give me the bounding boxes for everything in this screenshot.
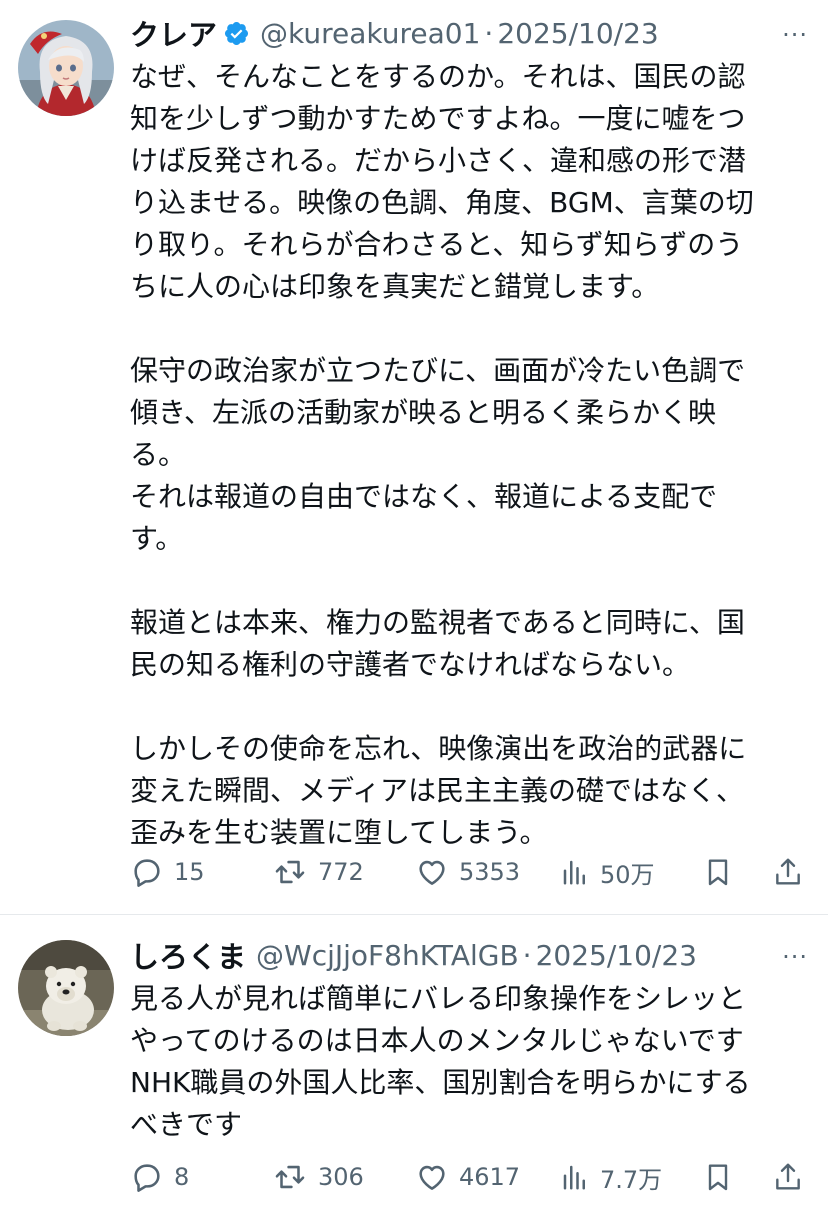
post-date[interactable]: 2025/10/23 <box>497 17 658 50</box>
text-line: 見る人が見れば簡単にバレる印象操作をシレッと <box>130 982 747 1015</box>
reply-count: 15 <box>174 858 205 886</box>
repost-icon <box>275 860 305 884</box>
repost-count: 772 <box>318 858 364 886</box>
share-button[interactable] <box>772 852 804 892</box>
tweet-text: 見る人が見れば簡単にバレる印象操作をシレッと やってのけるのは日本人のメンタルじ… <box>130 978 810 1146</box>
like-button[interactable]: 5353 <box>415 852 520 892</box>
user-handle[interactable]: @kureakurea01 <box>260 17 480 50</box>
tweet-header: しろくま @WcjJjoF8hKTAlGB · 2025/10/23 ··· <box>130 935 828 975</box>
text-line: べきです <box>130 1108 243 1141</box>
text-line: 知を少しずつ動かすためですよね。一度に嘘をつ <box>130 102 746 135</box>
reply-button[interactable]: 15 <box>130 852 205 892</box>
display-name[interactable]: クレア <box>130 12 217 54</box>
text-line <box>130 560 810 602</box>
bookmark-icon <box>708 1164 728 1191</box>
action-bar: 15 772 5353 50万 <box>130 852 810 892</box>
text-line: 傾き、左派の活動家が映ると明るく柔らかく映 <box>130 396 717 429</box>
text-line: る。 <box>130 438 187 471</box>
reply-icon <box>134 1164 160 1192</box>
separator-dot: · <box>484 16 494 50</box>
text-line: 変えた瞬間、メディアは民主主義の礎ではなく、 <box>130 774 745 807</box>
user-handle[interactable]: @WcjJjoF8hKTAlGB <box>256 939 519 972</box>
avatar[interactable] <box>18 20 114 116</box>
like-count: 4617 <box>459 1163 521 1191</box>
reply-icon <box>134 859 160 887</box>
analytics-icon <box>563 860 585 885</box>
text-line: り取り。それらが合わさると、知らず知らずのう <box>130 228 744 261</box>
share-icon <box>776 858 800 885</box>
views-button[interactable]: 50万 <box>560 852 655 892</box>
text-line: NHK職員の外国人比率、国別割合を明らかにする <box>130 1066 751 1099</box>
text-line: す。 <box>130 522 184 555</box>
more-options-icon[interactable]: ··· <box>782 21 808 49</box>
heart-icon <box>419 860 445 885</box>
display-name[interactable]: しろくま <box>130 934 246 976</box>
verified-badge-icon <box>224 21 249 45</box>
text-line: やってのけるのは日本人のメンタルじゃないです <box>130 1024 744 1057</box>
repost-button[interactable]: 772 <box>272 852 364 892</box>
text-line <box>130 308 810 350</box>
share-button[interactable] <box>772 1157 804 1197</box>
text-line: 保守の政治家が立つたびに、画面が冷たい色調で <box>130 354 746 387</box>
analytics-icon <box>563 1165 585 1190</box>
reply-button[interactable]: 8 <box>130 1157 189 1197</box>
more-options-icon[interactable]: ··· <box>782 943 808 971</box>
tweet-2[interactable]: しろくま @WcjJjoF8hKTAlGB · 2025/10/23 ··· 見… <box>0 915 828 1210</box>
text-line: り込ませる。映像の色調、角度、BGM、言葉の切 <box>130 186 754 219</box>
avatar-polar-bear-icon <box>18 940 114 1036</box>
text-line: ちに人の心は印象を真実だと錯覚します。 <box>130 270 660 303</box>
bookmark-button[interactable] <box>702 1157 734 1197</box>
views-button[interactable]: 7.7万 <box>560 1157 662 1197</box>
text-line: それは報道の自由ではなく、報道による支配で <box>130 480 718 513</box>
text-line: なぜ、そんなことをするのか。それは、国民の認 <box>130 60 746 93</box>
view-count: 7.7万 <box>600 1165 663 1194</box>
text-line: しかしその使命を忘れ、映像演出を政治的武器に <box>130 732 747 765</box>
tweet-text: なぜ、そんなことをするのか。それは、国民の認 知を少しずつ動かすためですよね。一… <box>130 56 810 854</box>
repost-button[interactable]: 306 <box>272 1157 364 1197</box>
repost-icon <box>275 1165 305 1189</box>
like-button[interactable]: 4617 <box>415 1157 520 1197</box>
separator-dot: · <box>522 938 532 972</box>
avatar[interactable] <box>18 940 114 1036</box>
text-line: 報道とは本来、権力の監視者であると同時に、国 <box>130 606 745 639</box>
tweet-header: クレア @kureakurea01 · 2025/10/23 ··· <box>130 13 828 53</box>
text-line: けば反発される。だから小さく、違和感の形で潜 <box>130 144 747 177</box>
tweet-1[interactable]: クレア @kureakurea01 · 2025/10/23 ··· なぜ、そん… <box>0 0 828 915</box>
share-icon <box>776 1163 800 1190</box>
avatar-anime-girl-icon <box>18 20 114 116</box>
action-bar: 8 306 4617 7.7万 <box>130 1157 810 1197</box>
post-date[interactable]: 2025/10/23 <box>536 939 697 972</box>
reply-count: 8 <box>174 1163 190 1191</box>
text-line: 民の知る権利の守護者でなければならない。 <box>130 648 691 681</box>
repost-count: 306 <box>318 1163 364 1191</box>
bookmark-icon <box>708 859 728 886</box>
view-count: 50万 <box>600 860 655 889</box>
text-line <box>130 686 810 728</box>
text-line: 歪みを生む装置に堕してしまう。 <box>130 816 548 849</box>
like-count: 5353 <box>459 858 521 886</box>
bookmark-button[interactable] <box>702 852 734 892</box>
heart-icon <box>419 1165 445 1190</box>
